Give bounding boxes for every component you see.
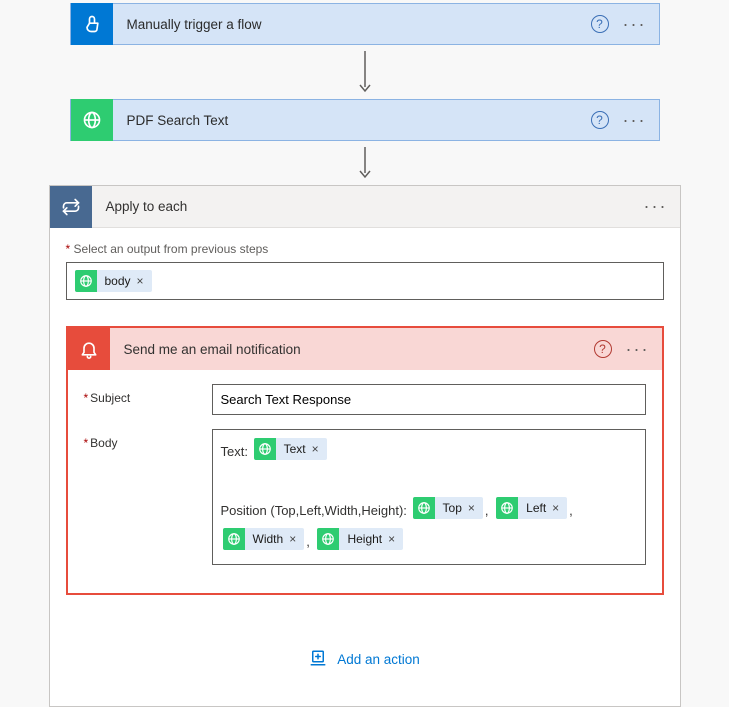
globe-icon bbox=[413, 497, 435, 519]
flow-canvas: Manually trigger a flow ? ··· PDF Search… bbox=[0, 0, 729, 683]
loop-icon bbox=[50, 186, 92, 228]
help-icon[interactable]: ? bbox=[591, 15, 609, 33]
token-remove[interactable]: × bbox=[289, 526, 304, 552]
token-remove[interactable]: × bbox=[388, 526, 403, 552]
help-icon[interactable]: ? bbox=[591, 111, 609, 129]
step-apply-to-each: Apply to each ··· Select an output from … bbox=[49, 185, 681, 707]
more-menu[interactable]: ··· bbox=[626, 339, 662, 360]
step-title: Apply to each bbox=[92, 199, 644, 214]
bell-icon bbox=[68, 328, 110, 370]
step-title: Send me an email notification bbox=[110, 342, 594, 357]
step-manual-trigger[interactable]: Manually trigger a flow ? ··· bbox=[70, 3, 660, 45]
connector-arrow bbox=[0, 141, 729, 185]
body-label: *Body bbox=[84, 429, 212, 565]
select-output-label: Select an output from previous steps bbox=[66, 242, 664, 256]
globe-icon bbox=[75, 270, 97, 292]
more-menu[interactable]: ··· bbox=[623, 110, 659, 131]
subject-input[interactable] bbox=[212, 384, 646, 415]
token-remove[interactable]: × bbox=[137, 274, 152, 288]
subject-label: *Subject bbox=[84, 384, 212, 415]
token-remove[interactable]: × bbox=[468, 495, 483, 521]
token-left[interactable]: Left × bbox=[496, 497, 567, 519]
touch-icon bbox=[71, 3, 113, 45]
step-title: Manually trigger a flow bbox=[113, 17, 591, 32]
token-width[interactable]: Width × bbox=[223, 528, 305, 550]
token-remove[interactable]: × bbox=[552, 495, 567, 521]
step-pdf-search-text[interactable]: PDF Search Text ? ··· bbox=[70, 99, 660, 141]
token-text[interactable]: Text × bbox=[254, 438, 327, 460]
globe-icon bbox=[496, 497, 518, 519]
token-body[interactable]: body × bbox=[75, 270, 152, 292]
body-input[interactable]: Text: Text × Position (Top,Left,Width,He… bbox=[212, 429, 646, 565]
add-action-label: Add an action bbox=[337, 652, 420, 667]
step-title: PDF Search Text bbox=[113, 113, 591, 128]
more-menu[interactable]: ··· bbox=[623, 14, 659, 35]
connector-arrow bbox=[0, 45, 729, 99]
token-top[interactable]: Top × bbox=[413, 497, 483, 519]
add-an-action[interactable]: Add an action bbox=[66, 649, 664, 670]
globe-icon bbox=[254, 438, 276, 460]
token-remove[interactable]: × bbox=[312, 436, 327, 462]
globe-icon bbox=[223, 528, 245, 550]
help-icon[interactable]: ? bbox=[594, 340, 612, 358]
globe-icon bbox=[71, 99, 113, 141]
apply-header[interactable]: Apply to each ··· bbox=[50, 186, 680, 228]
add-action-icon bbox=[309, 649, 327, 670]
more-menu[interactable]: ··· bbox=[644, 196, 680, 217]
apply-body: Select an output from previous steps bod… bbox=[50, 228, 680, 706]
token-height[interactable]: Height × bbox=[317, 528, 403, 550]
email-header[interactable]: Send me an email notification ? ··· bbox=[68, 328, 662, 370]
step-send-email-notification: Send me an email notification ? ··· *Sub… bbox=[66, 326, 664, 595]
globe-icon bbox=[317, 528, 339, 550]
select-output-input[interactable]: body × bbox=[66, 262, 664, 300]
